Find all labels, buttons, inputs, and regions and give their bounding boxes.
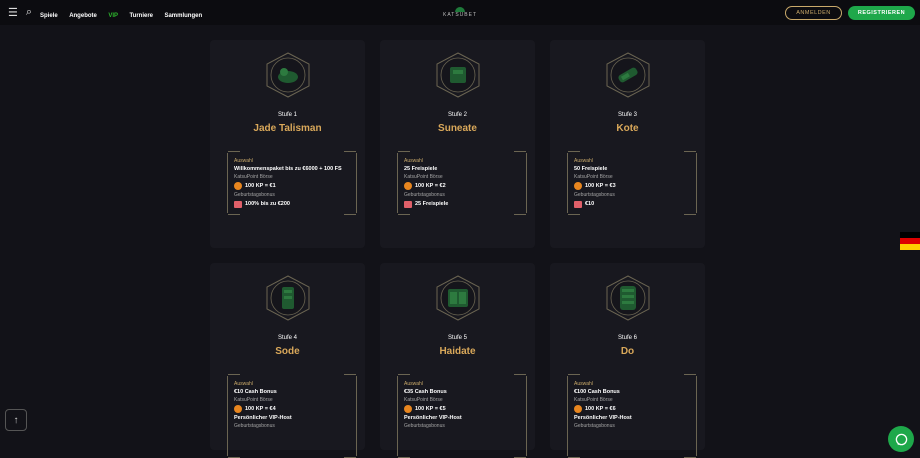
tier-name: Haidate bbox=[439, 346, 476, 357]
german-flag-icon[interactable] bbox=[900, 232, 920, 250]
vip-host: Persönlicher VIP-Host bbox=[574, 415, 632, 421]
main-nav: Spiele Angebote VIP Turniere Sammlungen bbox=[40, 4, 209, 22]
search-icon[interactable]: ⌕ bbox=[26, 6, 32, 19]
armor-emblem-icon bbox=[266, 275, 310, 321]
tier-level: Stufe 2 bbox=[447, 112, 467, 118]
register-button[interactable]: REGISTRIEREN bbox=[848, 6, 915, 20]
chat-icon bbox=[895, 433, 907, 445]
nav-turniere[interactable]: Turniere bbox=[129, 13, 153, 19]
reward-text: €10 Cash Bonus bbox=[234, 389, 277, 395]
reward-text: €35 Cash Bonus bbox=[404, 389, 447, 395]
tier-level: Stufe 4 bbox=[277, 335, 297, 341]
tier-card-1: Stufe 1 Jade Talisman Auswahl Willkommen… bbox=[210, 40, 365, 248]
coin-icon bbox=[234, 405, 242, 413]
tier-name: Do bbox=[620, 346, 635, 357]
reward-text: Willkommenspaket bis zu €6000 + 100 FS bbox=[234, 166, 342, 172]
tier-level: Stufe 1 bbox=[277, 112, 297, 118]
tier-card-4: Stufe 4 Sode Auswahl €10 Cash Bonus Kats… bbox=[210, 263, 365, 458]
reward-text: €100 Cash Bonus bbox=[574, 389, 620, 395]
tier-card-5: Stufe 5 Haidate Auswahl €35 Cash Bonus K… bbox=[380, 263, 535, 458]
armor-emblem-icon bbox=[606, 52, 650, 98]
coin-icon bbox=[574, 405, 582, 413]
coin-icon bbox=[404, 182, 412, 190]
tier-name: Sode bbox=[275, 346, 300, 357]
tier-level: Stufe 5 bbox=[447, 335, 467, 341]
tier-name: Kote bbox=[616, 123, 639, 134]
arrow-up-icon: ↑ bbox=[13, 414, 19, 426]
armor-emblem-icon bbox=[436, 275, 480, 321]
tier-benefits: Auswahl €10 Cash Bonus KatsuPoint Börse … bbox=[227, 374, 357, 458]
nav-spiele[interactable]: Spiele bbox=[40, 13, 58, 19]
login-button[interactable]: ANMELDEN bbox=[785, 6, 842, 20]
tier-benefits: Auswahl €35 Cash Bonus KatsuPoint Börse … bbox=[397, 374, 527, 458]
scroll-up-button[interactable]: ↑ bbox=[5, 409, 27, 431]
tier-card-3: Stufe 3 Kote Auswahl 50 Freispiele Katsu… bbox=[550, 40, 705, 248]
coin-icon bbox=[404, 405, 412, 413]
armor-emblem-icon bbox=[436, 52, 480, 98]
coin-icon bbox=[574, 182, 582, 190]
nav-sammlungen[interactable]: Sammlungen bbox=[164, 13, 202, 19]
vip-host: Persönlicher VIP-Host bbox=[234, 415, 292, 421]
tier-benefits: Auswahl €100 Cash Bonus KatsuPoint Börse… bbox=[567, 374, 697, 458]
gift-icon bbox=[234, 200, 242, 208]
tier-level: Stufe 3 bbox=[617, 112, 637, 118]
tier-name: Jade Talisman bbox=[253, 123, 322, 134]
reward-text: 50 Freispiele bbox=[574, 166, 608, 172]
tier-benefits: Auswahl Willkommenspaket bis zu €6000 + … bbox=[227, 151, 357, 215]
vip-host: Persönlicher VIP-Host bbox=[404, 415, 462, 421]
top-bar: ☰ ⌕ Spiele Angebote VIP Turniere Sammlun… bbox=[0, 0, 920, 25]
nav-vip[interactable]: VIP bbox=[108, 13, 118, 19]
armor-emblem-icon bbox=[266, 52, 310, 98]
tier-card-6: Stufe 6 Do Auswahl €100 Cash Bonus Katsu… bbox=[550, 263, 705, 458]
tier-benefits: Auswahl 25 Freispiele KatsuPoint Börse 1… bbox=[397, 151, 527, 215]
tier-card-2: Stufe 2 Suneate Auswahl 25 Freispiele Ka… bbox=[380, 40, 535, 248]
reward-text: 25 Freispiele bbox=[404, 166, 438, 172]
gift-icon bbox=[404, 200, 412, 208]
tier-level: Stufe 6 bbox=[617, 335, 637, 341]
chat-button[interactable] bbox=[888, 426, 914, 452]
tier-benefits: Auswahl 50 Freispiele KatsuPoint Börse 1… bbox=[567, 151, 697, 215]
tier-name: Suneate bbox=[438, 123, 477, 134]
gift-icon bbox=[574, 200, 582, 208]
menu-icon[interactable]: ☰ bbox=[8, 6, 18, 19]
nav-angebote[interactable]: Angebote bbox=[69, 13, 97, 19]
site-logo[interactable]: KATSUBET bbox=[440, 7, 480, 19]
armor-emblem-icon bbox=[606, 275, 650, 321]
coin-icon bbox=[234, 182, 242, 190]
